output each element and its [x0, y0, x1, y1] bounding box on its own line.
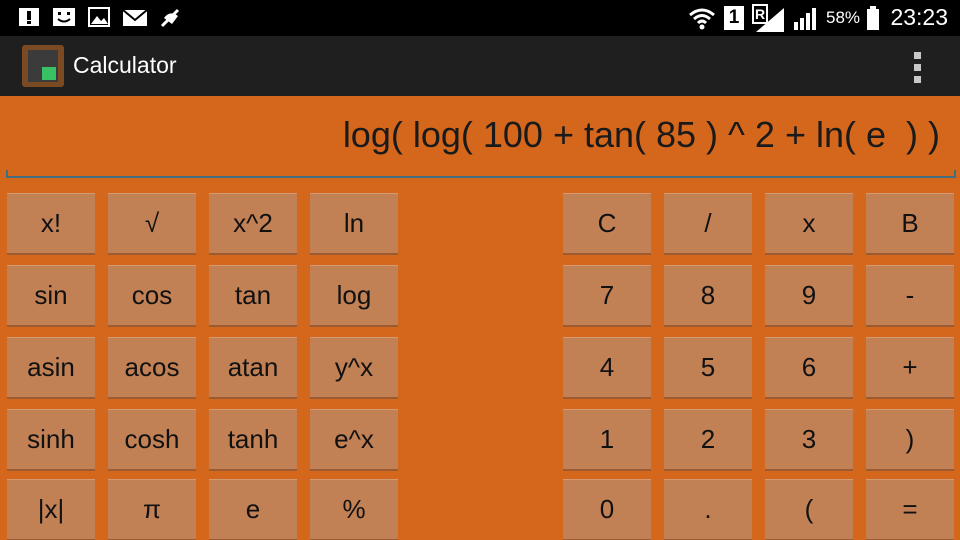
plus-button[interactable]: + — [866, 337, 954, 397]
app-title: Calculator — [73, 52, 177, 78]
digit-8-button[interactable]: 8 — [664, 265, 752, 325]
mute-icon — [160, 8, 180, 28]
battery-icon — [867, 6, 879, 30]
backspace-button[interactable]: B — [866, 193, 954, 253]
wifi-icon — [689, 8, 715, 30]
digit-2-button[interactable]: 2 — [664, 409, 752, 469]
overflow-menu-icon[interactable] — [908, 50, 928, 84]
sinh-button[interactable]: sinh — [7, 409, 95, 469]
pi-button[interactable]: π — [108, 479, 196, 539]
tan-button[interactable]: tan — [209, 265, 297, 325]
digit-6-button[interactable]: 6 — [765, 337, 853, 397]
expression-text: log( log( 100 + tan( 85 ) ^ 2 + ln( e ) … — [342, 114, 940, 155]
status-bar: 1 R 58% 23:23 — [0, 0, 960, 36]
multiply-button[interactable]: x — [765, 193, 853, 253]
cos-button[interactable]: cos — [108, 265, 196, 325]
clear-button[interactable]: C — [563, 193, 651, 253]
decimal-button[interactable]: . — [664, 479, 752, 539]
factorial-button[interactable]: x! — [7, 193, 95, 253]
atan-button[interactable]: atan — [209, 337, 297, 397]
ln-button[interactable]: ln — [310, 193, 398, 253]
open-paren-button[interactable]: ( — [765, 479, 853, 539]
digit-5-button[interactable]: 5 — [664, 337, 752, 397]
digit-0-button[interactable]: 0 — [563, 479, 651, 539]
signal-icon — [794, 8, 816, 30]
clock: 23:23 — [890, 4, 948, 30]
acos-button[interactable]: acos — [108, 337, 196, 397]
percent-button[interactable]: % — [310, 479, 398, 539]
alert-icon — [19, 8, 39, 26]
square-button[interactable]: x^2 — [209, 193, 297, 253]
sin-button[interactable]: sin — [7, 265, 95, 325]
asin-button[interactable]: asin — [7, 337, 95, 397]
digit-7-button[interactable]: 7 — [563, 265, 651, 325]
close-paren-button[interactable]: ) — [866, 409, 954, 469]
digit-9-button[interactable]: 9 — [765, 265, 853, 325]
minus-button[interactable]: - — [866, 265, 954, 325]
divide-button[interactable]: / — [664, 193, 752, 253]
digit-3-button[interactable]: 3 — [765, 409, 853, 469]
e-button[interactable]: e — [209, 479, 297, 539]
display-underline — [6, 170, 956, 178]
sqrt-button[interactable]: √ — [108, 193, 196, 253]
calculator-app-icon[interactable] — [22, 45, 64, 87]
digit-1-button[interactable]: 1 — [563, 409, 651, 469]
exp-button[interactable]: e^x — [310, 409, 398, 469]
roaming-signal-icon: R — [752, 4, 784, 32]
smiley-icon — [53, 8, 75, 26]
digit-4-button[interactable]: 4 — [563, 337, 651, 397]
battery-percent: 58% — [826, 8, 861, 27]
power-button[interactable]: y^x — [310, 337, 398, 397]
calculator-display[interactable]: log( log( 100 + tan( 85 ) ^ 2 + ln( e ) … — [0, 96, 960, 186]
sim-1-icon: 1 — [724, 6, 744, 30]
image-icon — [88, 7, 110, 27]
tanh-button[interactable]: tanh — [209, 409, 297, 469]
email-icon — [122, 9, 148, 26]
abs-button[interactable]: |x| — [7, 479, 95, 539]
equals-button[interactable]: = — [866, 479, 954, 539]
action-bar: Calculator — [0, 36, 960, 96]
cosh-button[interactable]: cosh — [108, 409, 196, 469]
log-button[interactable]: log — [310, 265, 398, 325]
